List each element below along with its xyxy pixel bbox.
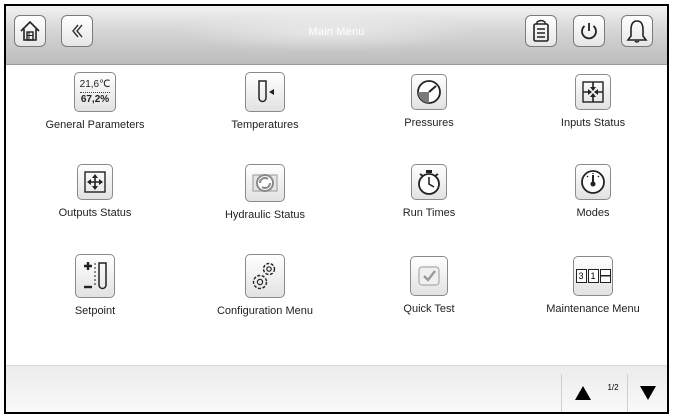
- menu-item-run-times[interactable]: Run Times: [354, 164, 504, 219]
- app-frame: Main Menu 21,6℃ 67,2% General Parameters…: [4, 4, 669, 414]
- thermo-hygro-icon: 21,6℃ 67,2%: [74, 72, 116, 112]
- top-bar: Main Menu: [6, 6, 667, 65]
- counter-icon: 3 1: [573, 256, 613, 296]
- triangle-down-icon: [640, 386, 656, 400]
- menu-item-label: Outputs Status: [58, 207, 132, 219]
- bottom-bar: 1/2: [6, 365, 667, 412]
- menu-item-label: Modes: [576, 207, 610, 219]
- menu-item-hydraulic-status[interactable]: Hydraulic Status: [190, 164, 340, 221]
- login-button[interactable]: [525, 15, 557, 47]
- menu-item-label: General Parameters: [45, 119, 145, 131]
- humidity-readout: 67,2%: [80, 93, 110, 105]
- setpoint-icon: [75, 254, 115, 298]
- pressure-gauge-icon: [411, 74, 447, 110]
- menu-item-temperatures[interactable]: Temperatures: [190, 72, 340, 131]
- menu-item-label: Inputs Status: [560, 117, 626, 129]
- menu-item-label: Maintenance Menu: [546, 303, 640, 315]
- page-indicator: 1/2: [607, 383, 619, 392]
- alarm-button[interactable]: [621, 15, 653, 47]
- menu-item-pressures[interactable]: Pressures: [354, 74, 504, 129]
- pager: 1/2: [561, 366, 667, 412]
- page-down-button[interactable]: [631, 374, 665, 412]
- thermometer-icon: [245, 72, 285, 112]
- inputs-arrows-icon: [575, 74, 611, 110]
- menu-item-label: Temperatures: [231, 119, 299, 131]
- menu-item-inputs-status[interactable]: Inputs Status: [518, 74, 667, 129]
- menu-item-label: Setpoint: [74, 305, 116, 317]
- menu-item-general-parameters[interactable]: 21,6℃ 67,2% General Parameters: [20, 72, 170, 131]
- temperature-readout: 21,6℃: [79, 78, 111, 90]
- stopwatch-icon: [411, 164, 447, 200]
- menu-item-configuration-menu[interactable]: Configuration Menu: [190, 254, 340, 317]
- counter-digit: 1: [587, 269, 599, 283]
- counter-rolling-digit: [599, 269, 611, 283]
- keypad-login-icon: [533, 19, 549, 42]
- dial-icon: [575, 164, 611, 200]
- pump-icon: [245, 164, 285, 202]
- menu-item-label: Pressures: [404, 117, 454, 129]
- triangle-up-icon: [575, 386, 591, 400]
- power-button[interactable]: [573, 15, 605, 47]
- menu-item-label: Configuration Menu: [216, 305, 313, 317]
- pager-divider: [561, 374, 562, 412]
- outputs-arrows-icon: [77, 164, 113, 200]
- counter-digit: 3: [575, 269, 587, 283]
- menu-item-outputs-status[interactable]: Outputs Status: [20, 164, 170, 219]
- page-up-button[interactable]: [566, 374, 600, 412]
- menu-item-maintenance-menu[interactable]: 3 1 Maintenance Menu: [518, 256, 667, 315]
- menu-item-label: Run Times: [402, 207, 456, 219]
- gears-icon: [245, 254, 285, 298]
- pager-divider: [627, 374, 628, 412]
- bell-icon: [626, 20, 648, 43]
- menu-item-label: Hydraulic Status: [224, 209, 306, 221]
- menu-item-modes[interactable]: Modes: [518, 164, 667, 219]
- menu-item-setpoint[interactable]: Setpoint: [20, 254, 170, 317]
- page-title: Main Menu: [308, 26, 365, 38]
- menu-item-label: Quick Test: [403, 303, 455, 315]
- checkbox-icon: [410, 256, 448, 296]
- power-icon: [581, 23, 597, 40]
- menu-item-quick-test[interactable]: Quick Test: [354, 256, 504, 315]
